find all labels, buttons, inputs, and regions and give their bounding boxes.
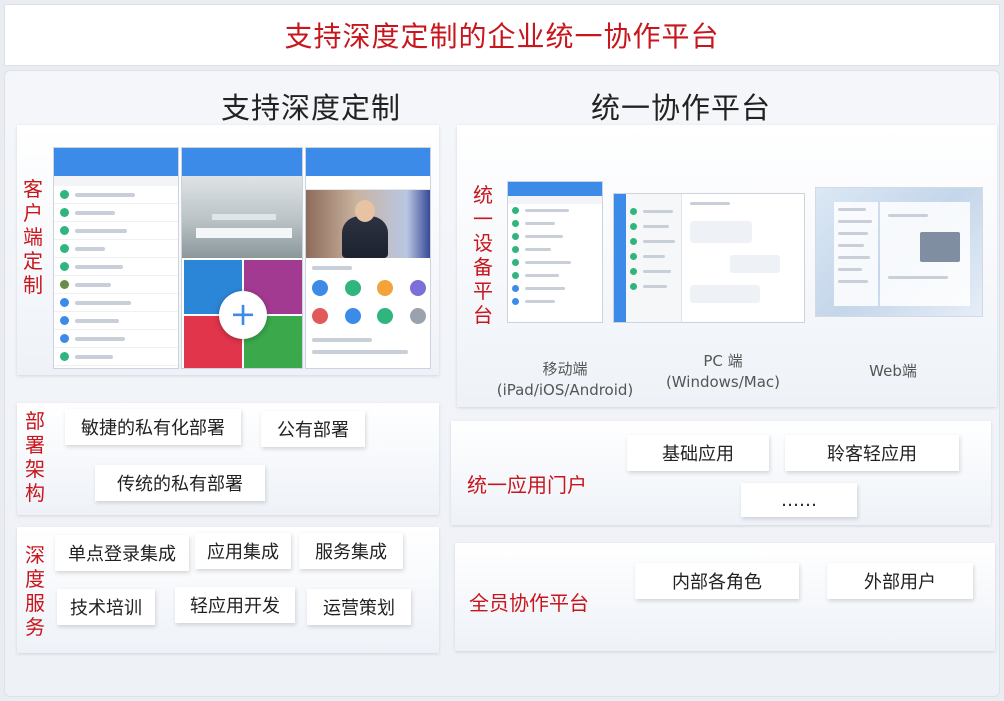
caption-mobile: 移动端 (iPad/iOS/Android) [485, 359, 645, 401]
portal-label: 统一应用门户 [467, 473, 587, 497]
devices-label: 统一设备平台 [473, 183, 493, 327]
customer-label: 客户端定制 [23, 177, 43, 297]
caption-pc-line1: PC 端 [703, 352, 743, 370]
chip-more: …… [741, 483, 857, 517]
chip-sso-integration: 单点登录集成 [55, 535, 189, 571]
web-screenshot [815, 187, 983, 317]
chip-internal-roles: 内部各角色 [635, 563, 799, 599]
mobile-screenshot [507, 181, 603, 323]
service-label: 深度服务 [25, 543, 45, 639]
right-heading: 统一协作平台 [591, 91, 772, 125]
customer-panel: 客户端定制 + [17, 125, 439, 375]
chip-traditional-private-deploy: 传统的私有部署 [95, 465, 265, 501]
chip-service-integration: 服务集成 [299, 533, 403, 569]
pc-screenshot [613, 193, 805, 323]
chip-lingke-light-apps: 聆客轻应用 [785, 435, 959, 471]
caption-pc-line2: (Windows/Mac) [665, 373, 781, 391]
plus-icon: + [219, 291, 267, 339]
caption-pc: PC 端 (Windows/Mac) [653, 351, 793, 393]
collab-panel: 全员协作平台 内部各角色 外部用户 [455, 543, 995, 651]
deploy-panel: 部署架构 敏捷的私有化部署 公有部署 传统的私有部署 [17, 403, 439, 515]
deploy-label: 部署架构 [25, 409, 45, 505]
page-title: 支持深度定制的企业统一协作平台 [284, 20, 720, 53]
portal-panel: 统一应用门户 基础应用 聆客轻应用 …… [451, 421, 991, 525]
phone-messages [53, 147, 179, 369]
chip-app-integration: 应用集成 [195, 533, 291, 569]
caption-mobile-line1: 移动端 [542, 360, 588, 378]
devices-panel: 统一设备平台 移动端 (iPad/iOS/Android) PC 端 (Wind… [457, 125, 997, 407]
chip-external-users: 外部用户 [827, 563, 973, 599]
collab-label: 全员协作平台 [469, 591, 589, 615]
caption-mobile-line2: (iPad/iOS/Android) [496, 381, 634, 399]
title-bar: 支持深度定制的企业统一协作平台 [4, 4, 1000, 66]
chip-public-deploy: 公有部署 [261, 411, 365, 447]
phone-news [305, 147, 431, 369]
chip-operation-planning: 运营策划 [307, 589, 411, 625]
left-heading: 支持深度定制 [221, 91, 402, 125]
chip-light-app-dev: 轻应用开发 [175, 587, 295, 623]
phone-workbench: + [181, 147, 303, 369]
page: 支持深度定制的企业统一协作平台 支持深度定制 统一协作平台 客户端定制 + 部署… [0, 0, 1004, 701]
chip-tech-training: 技术培训 [57, 589, 155, 625]
service-panel: 深度服务 单点登录集成 应用集成 服务集成 技术培训 轻应用开发 运营策划 [17, 527, 439, 653]
main-panel: 支持深度定制 统一协作平台 客户端定制 + 部署架构 敏捷的私有化部署 公有部署… [4, 70, 1000, 697]
caption-web: Web端 [869, 362, 917, 380]
chip-basic-apps: 基础应用 [627, 435, 769, 471]
chip-agile-private-deploy: 敏捷的私有化部署 [65, 409, 241, 445]
